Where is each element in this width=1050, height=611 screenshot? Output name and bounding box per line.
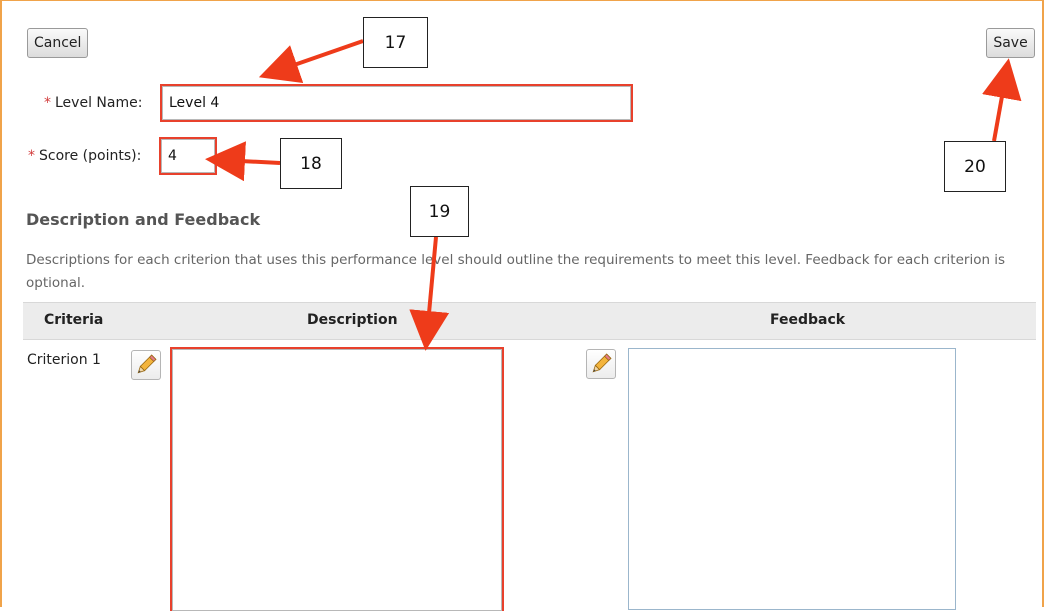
callout-17: 17 [363,17,428,68]
score-input[interactable]: 4 [159,137,217,175]
required-marker: * [28,148,35,164]
pencil-icon [137,354,157,374]
level-name-label-text: Level Name: [55,95,143,111]
column-header-criteria: Criteria [44,312,104,328]
column-header-feedback: Feedback [770,312,846,328]
feedback-textarea[interactable] [628,348,956,610]
column-header-description: Description [307,312,398,328]
edit-description-button[interactable] [131,350,161,380]
level-name-label: * Level Name: [44,95,142,111]
pencil-icon [592,353,612,373]
callout-20: 20 [944,141,1006,192]
level-name-input[interactable]: Level 4 [160,84,633,122]
callout-19: 19 [410,186,469,237]
section-description: Descriptions for each criterion that use… [26,252,1006,291]
edit-feedback-button[interactable] [586,349,616,379]
callout-18: 18 [280,138,342,189]
save-button[interactable]: Save [986,28,1035,58]
cancel-button[interactable]: Cancel [27,28,88,58]
criterion-label: Criterion 1 [27,352,101,368]
table-header: Criteria Description Feedback [23,302,1036,340]
section-title: Description and Feedback [26,210,261,229]
score-label: * Score (points): [28,148,141,164]
score-label-text: Score (points): [39,148,142,164]
description-textarea[interactable] [170,347,504,611]
required-marker: * [44,95,51,111]
